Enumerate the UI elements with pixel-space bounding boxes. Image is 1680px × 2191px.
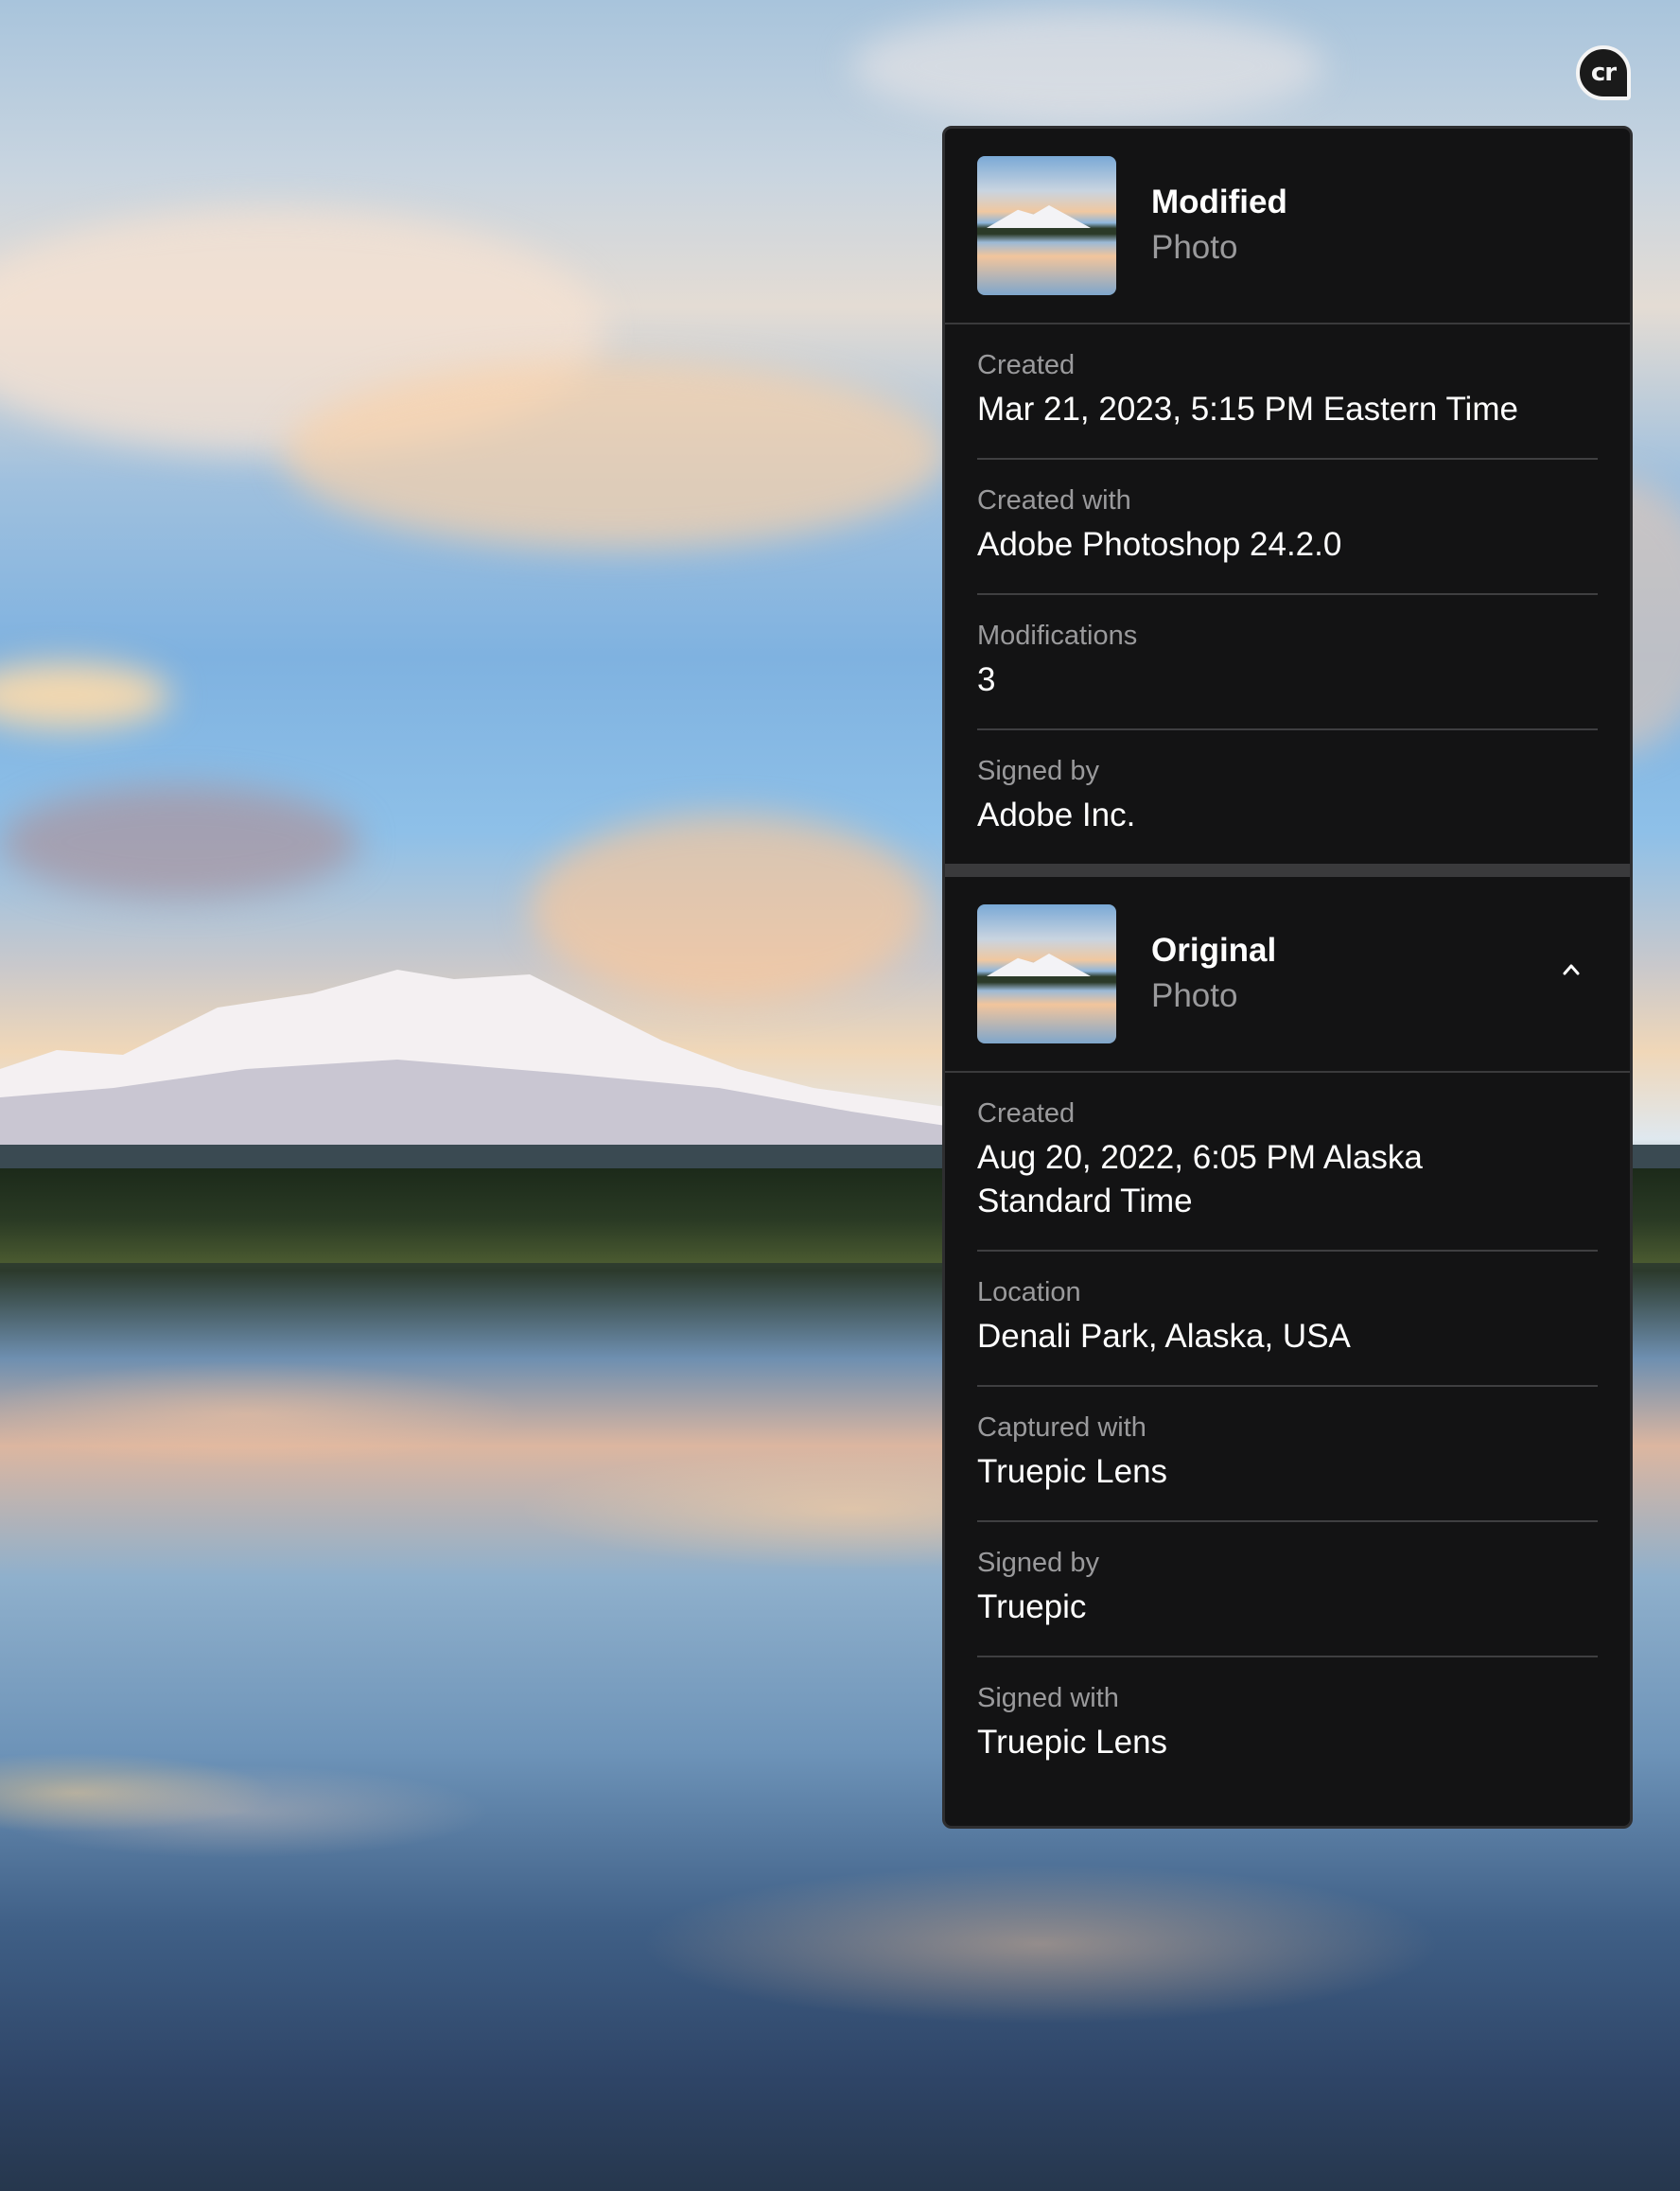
detail-value: Mar 21, 2023, 5:15 PM Eastern Time: [977, 391, 1518, 428]
detail-label: Created with: [977, 485, 1131, 516]
credentials-panel: Modified Photo Created Mar 21, 2023, 5:1…: [942, 126, 1633, 1829]
original-header[interactable]: Original Photo: [945, 877, 1630, 1071]
detail-value: Truepic Lens: [977, 1453, 1168, 1490]
chevron-up-icon[interactable]: [1562, 960, 1581, 979]
detail-row: Created Mar 21, 2023, 5:15 PM Eastern Ti…: [977, 324, 1598, 460]
detail-row: Modifications 3: [977, 595, 1598, 730]
modified-subtitle: Photo: [1151, 228, 1238, 266]
detail-label: Captured with: [977, 1412, 1146, 1443]
detail-label: Signed with: [977, 1683, 1119, 1713]
detail-value: Adobe Inc.: [977, 797, 1136, 833]
modified-title: Modified: [1151, 183, 1287, 220]
detail-value: Adobe Photoshop 24.2.0: [977, 526, 1342, 563]
detail-row: Signed by Truepic: [977, 1522, 1598, 1657]
cloud: [0, 662, 170, 728]
cloud: [284, 359, 946, 549]
detail-row: Created with Adobe Photoshop 24.2.0: [977, 460, 1598, 595]
original-thumbnail: [977, 904, 1116, 1043]
detail-row: Location Denali Park, Alaska, USA: [977, 1252, 1598, 1387]
badge-label: cr: [1590, 59, 1617, 87]
detail-value: Truepic: [977, 1588, 1087, 1625]
detail-row: Signed by Adobe Inc.: [977, 730, 1598, 864]
detail-label: Modifications: [977, 621, 1138, 651]
detail-label: Signed by: [977, 756, 1099, 786]
detail-value: Aug 20, 2022, 6:05 PM Alaska Standard Ti…: [977, 1139, 1423, 1219]
detail-row: Captured with Truepic Lens: [977, 1387, 1598, 1522]
original-title: Original: [1151, 931, 1277, 969]
cloud: [851, 9, 1324, 123]
original-details: Created Aug 20, 2022, 6:05 PM Alaska Sta…: [945, 1073, 1630, 1791]
detail-value: Denali Park, Alaska, USA: [977, 1318, 1351, 1355]
detail-value: Truepic Lens: [977, 1724, 1168, 1761]
detail-value: 3: [977, 661, 996, 698]
modified-header[interactable]: Modified Photo: [945, 129, 1630, 323]
detail-row: Signed with Truepic Lens: [977, 1657, 1598, 1791]
detail-label: Created: [977, 1098, 1076, 1129]
detail-label: Location: [977, 1277, 1081, 1307]
detail-row: Created Aug 20, 2022, 6:05 PM Alaska Sta…: [977, 1073, 1598, 1252]
original-subtitle: Photo: [1151, 976, 1238, 1014]
modified-details: Created Mar 21, 2023, 5:15 PM Eastern Ti…: [945, 324, 1630, 864]
detail-label: Signed by: [977, 1548, 1099, 1578]
detail-label: Created: [977, 350, 1076, 380]
cloud: [0, 785, 359, 899]
section-separator: [945, 864, 1630, 877]
content-credentials-icon[interactable]: cr: [1576, 45, 1631, 100]
modified-thumbnail: [977, 156, 1116, 295]
